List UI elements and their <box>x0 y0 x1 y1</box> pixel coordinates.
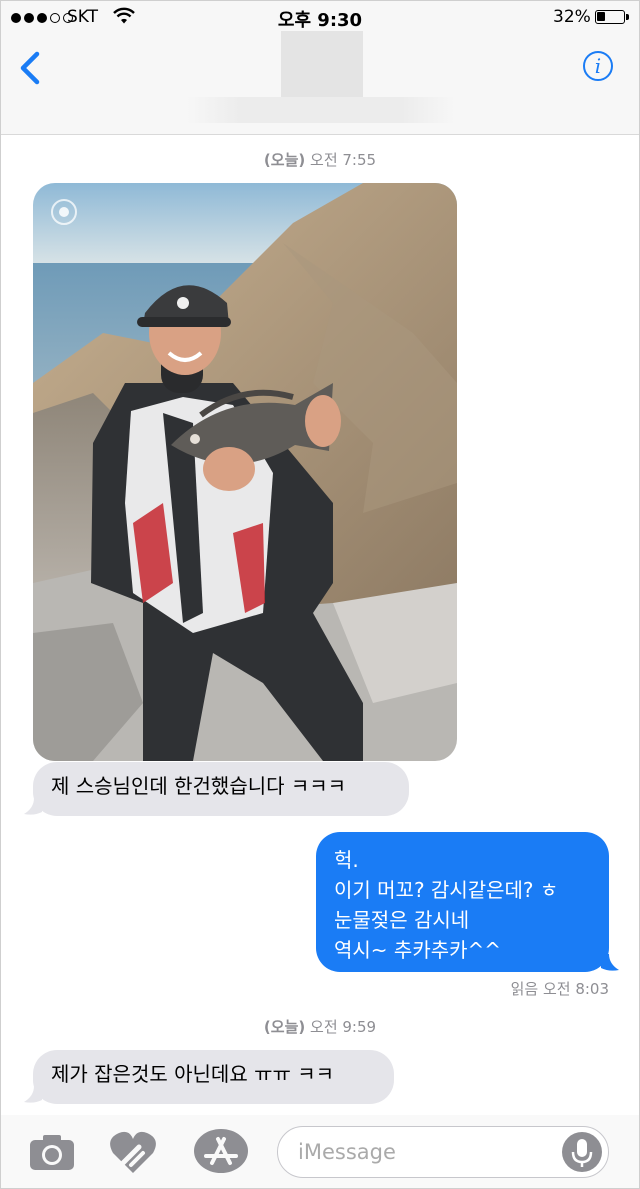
fishing-photo <box>33 183 457 761</box>
contact-name[interactable] <box>187 97 455 123</box>
incoming-message-bubble[interactable]: 제가 잡은것도 아닌데요 ㅠㅠ ㅋㅋ <box>33 1050 394 1104</box>
battery-icon <box>595 10 625 24</box>
bubble-tail <box>601 954 619 971</box>
read-receipt: 읽음 오전 8:03 <box>510 980 609 998</box>
microphone-button[interactable] <box>562 1132 602 1172</box>
incoming-message-bubble[interactable]: 제 스승님인데 한건했습니다 ㅋㅋㅋ <box>33 762 409 816</box>
imessage-input[interactable]: iMessage <box>277 1126 609 1178</box>
message-line-3: 눈물젖은 감시네 <box>334 908 470 932</box>
timestamp: (오늘) 오전 9:59 <box>1 1016 639 1037</box>
bubble-tail <box>24 798 42 815</box>
back-button[interactable] <box>15 47 55 91</box>
status-bar: SKT 오후 9:30 32% <box>1 1 639 35</box>
compose-bar: iMessage <box>1 1115 639 1188</box>
message-line-4: 역시~ 추카추카^^ <box>334 938 502 962</box>
app-store-icon[interactable] <box>193 1128 249 1174</box>
camera-icon[interactable] <box>29 1133 75 1171</box>
top-bar: SKT 오후 9:30 32% i <box>1 1 639 135</box>
message-text: 제 스승님인데 한건했습니다 ㅋㅋㅋ <box>51 774 347 798</box>
message-line-2: 이기 머꼬? 감시같은데? ㅎ <box>334 878 559 902</box>
digital-touch-heart-icon[interactable] <box>109 1129 157 1175</box>
info-icon: i <box>594 54 602 78</box>
outgoing-message-bubble[interactable]: 헉. 이기 머꼬? 감시같은데? ㅎ 눈물젖은 감시네 역시~ 추카추카^^ <box>316 832 609 972</box>
battery-percent: 32% <box>553 7 591 27</box>
clock: 오후 9:30 <box>277 10 363 31</box>
chevron-left-icon <box>20 51 40 85</box>
bubble-tail <box>24 1086 42 1103</box>
timestamp-time: 오전 9:59 <box>310 1018 377 1036</box>
photo-message[interactable] <box>33 183 457 761</box>
message-line-1: 헉. <box>334 848 359 872</box>
live-photo-icon <box>51 199 77 225</box>
imessage-placeholder: iMessage <box>298 1140 396 1164</box>
message-text: 제가 잡은것도 아닌데요 ㅠㅠ ㅋㅋ <box>51 1062 335 1086</box>
timestamp-day: (오늘) <box>263 1018 306 1036</box>
timestamp-day: (오늘) <box>263 151 306 169</box>
info-button[interactable]: i <box>583 51 613 81</box>
contact-avatar[interactable] <box>281 31 363 97</box>
microphone-icon <box>571 1139 593 1167</box>
battery-tip <box>626 14 629 20</box>
timestamp-time: 오전 7:55 <box>310 151 377 169</box>
timestamp: (오늘) 오전 7:55 <box>1 149 639 170</box>
